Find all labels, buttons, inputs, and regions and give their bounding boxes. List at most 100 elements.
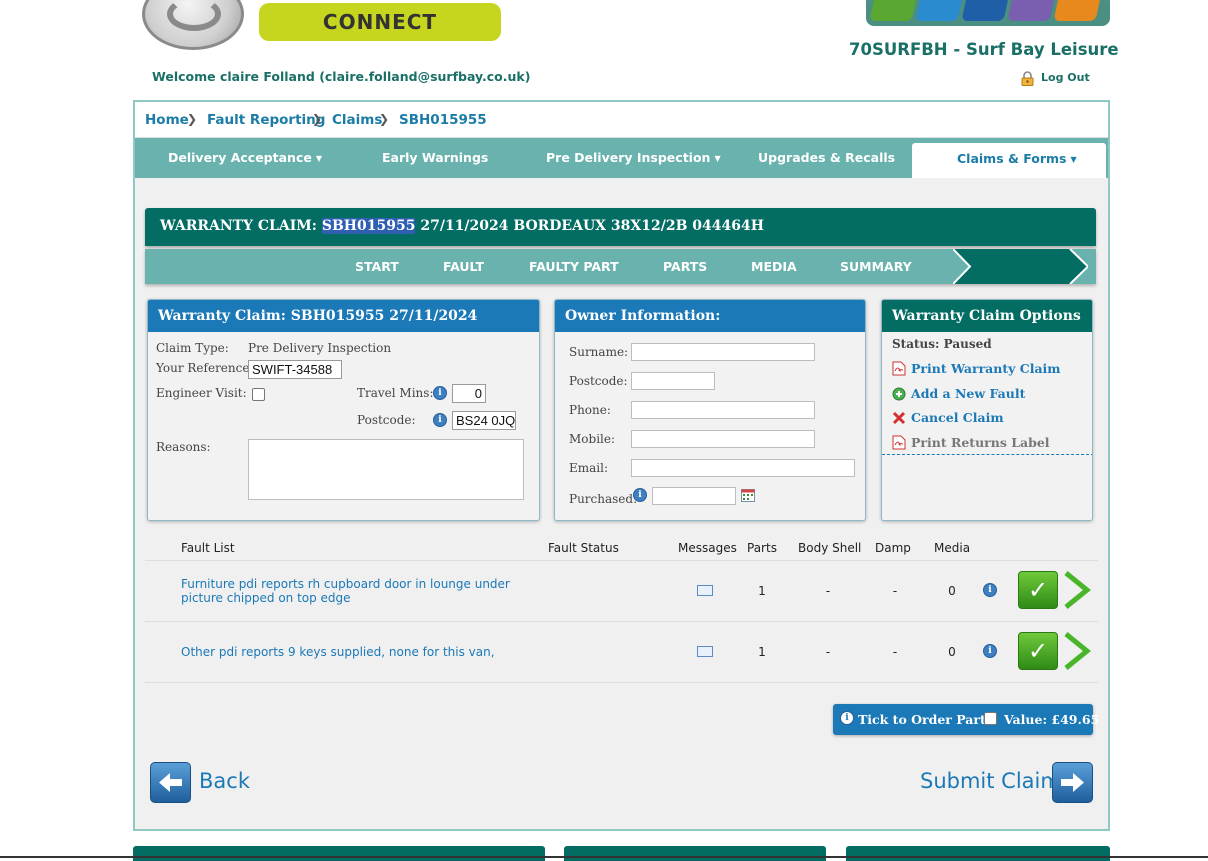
tick-approve-button[interactable]: ✓: [1018, 632, 1058, 670]
tick-approve-button[interactable]: ✓: [1018, 571, 1058, 609]
quick-icon-4[interactable]: [1007, 0, 1055, 21]
arrow-right-icon: [1061, 773, 1084, 792]
col-parts: Parts: [747, 541, 777, 555]
caret-down-icon: ▼: [714, 154, 721, 163]
submit-claim-button[interactable]: Submit Claim: [920, 769, 1061, 793]
info-icon[interactable]: i: [840, 711, 854, 725]
claim-details-box: Warranty Claim: SBH015955 27/11/2024 Cla…: [147, 299, 540, 521]
fault-link[interactable]: Other pdi reports 9 keys supplied, none …: [181, 645, 521, 659]
surname-input[interactable]: [631, 343, 815, 361]
claim-details-title: Warranty Claim: SBH015955 27/11/2024: [148, 300, 539, 332]
step-summary[interactable]: SUMMARY: [840, 259, 912, 274]
col-damp: Damp: [875, 541, 911, 555]
visit-postcode-input[interactable]: BS24 0JQ: [452, 411, 516, 430]
back-button[interactable]: Back: [199, 769, 250, 793]
envelope-icon[interactable]: [697, 585, 713, 596]
nav-delivery-acceptance[interactable]: Delivery Acceptance ▼: [168, 150, 322, 165]
quick-icon-2[interactable]: [915, 0, 963, 21]
close-icon: [892, 411, 906, 425]
col-body-shell: Body Shell: [798, 541, 862, 555]
connect-badge: CONNECT: [259, 3, 501, 41]
company-name: 70SURFBH - Surf Bay Leisure: [849, 40, 1119, 59]
claim-options-title: Warranty Claim Options: [882, 300, 1092, 332]
print-warranty-claim-link[interactable]: Print Warranty Claim: [892, 361, 1061, 376]
cancel-claim-link[interactable]: Cancel Claim: [892, 410, 1004, 425]
pdf-icon: [892, 435, 906, 450]
surname-label: Surname:: [569, 345, 629, 359]
order-parts-checkbox[interactable]: [984, 712, 997, 725]
purchased-date-input[interactable]: [652, 487, 736, 505]
chevron-right-icon[interactable]: [1062, 570, 1092, 610]
caret-down-icon: ▼: [1070, 155, 1077, 164]
travel-mins-input[interactable]: 0: [452, 384, 486, 403]
breadcrumb: Home ❯ Fault Reporting ❯ Claims ❯ SBH015…: [135, 102, 1108, 138]
claim-type-value: Pre Delivery Inspection: [248, 341, 392, 355]
breadcrumb-home[interactable]: Home: [145, 112, 189, 128]
quick-icon-1[interactable]: [869, 0, 917, 21]
active-step-arrow: [953, 249, 1088, 284]
calendar-icon[interactable]: [741, 489, 755, 502]
engineer-visit-checkbox[interactable]: [252, 388, 265, 401]
owner-info-box: Owner Information: Surname: Postcode: Ph…: [554, 299, 866, 521]
fault-link[interactable]: Furniture pdi reports rh cupboard door i…: [181, 577, 521, 605]
info-icon[interactable]: i: [433, 413, 447, 427]
back-arrow-button[interactable]: [150, 762, 191, 803]
brand-logo: [142, 0, 244, 50]
email-label: Email:: [569, 461, 609, 475]
nav-early-warnings[interactable]: Early Warnings: [382, 150, 488, 165]
nav-pre-delivery-inspection[interactable]: Pre Delivery Inspection ▼: [546, 150, 721, 165]
submit-arrow-button[interactable]: [1052, 762, 1093, 803]
info-icon[interactable]: i: [983, 644, 997, 658]
breadcrumb-current: SBH015955: [399, 112, 487, 128]
mobile-label: Mobile:: [569, 432, 616, 446]
parts-count: 1: [758, 645, 766, 659]
step-parts[interactable]: PARTS: [663, 259, 707, 274]
step-start[interactable]: START: [355, 259, 399, 274]
step-media[interactable]: MEDIA: [751, 259, 797, 274]
info-icon[interactable]: i: [983, 583, 997, 597]
body-shell-value: -: [825, 645, 831, 659]
footer-panel-left: [133, 846, 545, 861]
chevron-right-icon: ❯: [312, 112, 323, 126]
step-faulty-part[interactable]: FAULTY PART: [529, 259, 619, 274]
damp-value: -: [892, 645, 898, 659]
footer-panel-right: [846, 846, 1110, 861]
mobile-input[interactable]: [631, 430, 815, 448]
phone-input[interactable]: [631, 401, 815, 419]
claim-status: Status: Paused: [892, 337, 992, 351]
media-count: 0: [948, 584, 956, 598]
order-parts-label: Tick to Order Parts:: [858, 712, 998, 727]
engineer-visit-label: Engineer Visit:: [156, 386, 247, 400]
purchased-label: Purchased:: [569, 492, 638, 506]
reasons-textarea[interactable]: [248, 439, 524, 500]
add-new-fault-link[interactable]: Add a New Fault: [892, 386, 1025, 401]
nav-claims-forms[interactable]: Claims & Forms ▼: [957, 151, 1077, 166]
quick-icon-5[interactable]: [1053, 0, 1101, 21]
email-input[interactable]: [631, 459, 855, 477]
col-messages: Messages: [678, 541, 737, 555]
chevron-right-icon[interactable]: [1062, 631, 1092, 671]
caret-down-icon: ▼: [315, 154, 322, 163]
owner-postcode-input[interactable]: [631, 372, 715, 390]
owner-info-title: Owner Information:: [555, 300, 865, 332]
info-icon[interactable]: i: [433, 386, 447, 400]
breadcrumb-claims[interactable]: Claims: [332, 112, 382, 128]
chevron-right-icon: ❯: [379, 112, 390, 126]
info-icon[interactable]: i: [633, 488, 647, 502]
quick-icons-bar: [866, 0, 1110, 26]
postcode-label: Postcode:: [357, 413, 416, 427]
nav-upgrades-recalls[interactable]: Upgrades & Recalls: [758, 150, 895, 165]
claim-type-label: Claim Type:: [156, 341, 229, 355]
phone-label: Phone:: [569, 403, 611, 417]
quick-icon-3[interactable]: [961, 0, 1009, 21]
media-count: 0: [948, 645, 956, 659]
your-reference-input[interactable]: SWIFT-34588: [248, 360, 342, 379]
logout-link[interactable]: Log Out: [1041, 71, 1090, 84]
print-returns-label-link[interactable]: Print Returns Label: [892, 435, 1050, 450]
owner-postcode-label: Postcode:: [569, 374, 628, 388]
chevron-right-icon: ❯: [187, 112, 198, 126]
plus-circle-icon: [892, 387, 906, 401]
envelope-icon[interactable]: [697, 646, 713, 657]
breadcrumb-fault-reporting[interactable]: Fault Reporting: [207, 112, 325, 128]
step-fault[interactable]: FAULT: [443, 259, 484, 274]
